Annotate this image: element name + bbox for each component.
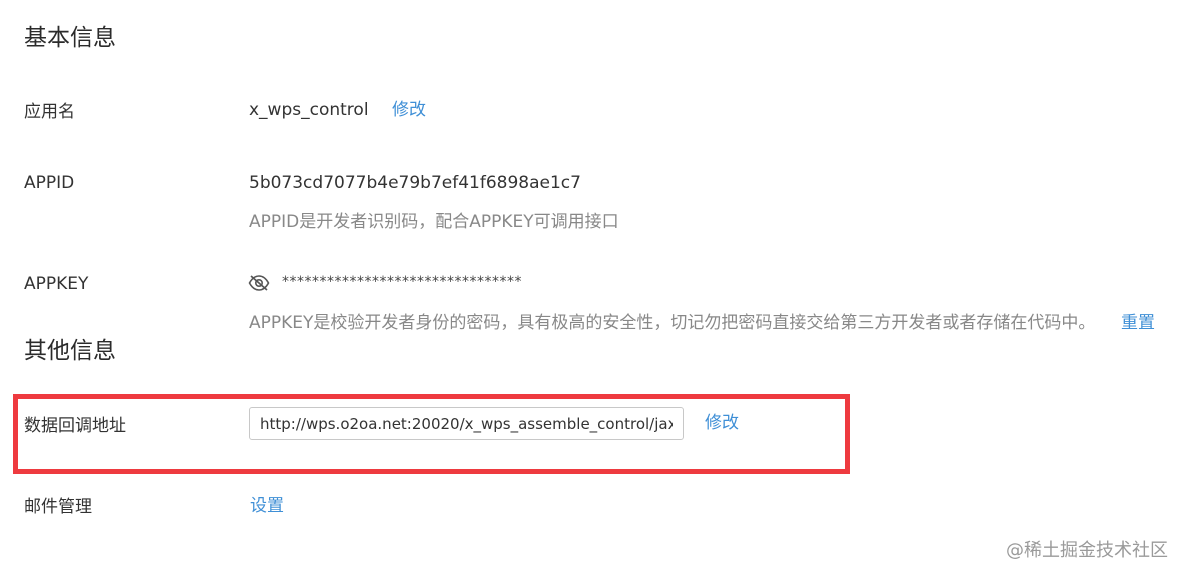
eye-slash-icon[interactable] — [248, 274, 270, 292]
app-name-label: 应用名 — [24, 102, 75, 122]
app-name-value: x_wps_control — [249, 100, 369, 120]
appkey-label: APPKEY — [24, 274, 89, 294]
reset-appkey-link[interactable]: 重置 — [1121, 315, 1155, 332]
appid-hint: APPID是开发者识别码，配合APPKEY可调用接口 — [249, 212, 619, 232]
appkey-masked-value: ******************************** — [282, 274, 522, 290]
other-info-title: 其他信息 — [24, 338, 116, 364]
mail-management-label: 邮件管理 — [24, 497, 92, 517]
edit-callback-url-link[interactable]: 修改 — [705, 415, 739, 432]
watermark: @稀土掘金技术社区 — [1006, 540, 1168, 561]
appid-label: APPID — [24, 173, 75, 193]
appkey-hint-text: APPKEY是校验开发者身份的密码，具有极高的安全性，切记勿把密码直接交给第三方… — [249, 313, 1096, 333]
app-settings-page: 基本信息 应用名 x_wps_control 修改 APPID 5b073cd7… — [0, 0, 1186, 576]
mail-settings-link[interactable]: 设置 — [250, 498, 284, 515]
appid-value: 5b073cd7077b4e79b7ef41f6898ae1c7 — [249, 173, 581, 193]
callback-url-input[interactable] — [249, 407, 684, 440]
edit-app-name-link[interactable]: 修改 — [392, 102, 426, 119]
callback-url-label: 数据回调地址 — [24, 416, 126, 436]
basic-info-title: 基本信息 — [24, 25, 116, 51]
appkey-hint: APPKEY是校验开发者身份的密码，具有极高的安全性，切记勿把密码直接交给第三方… — [249, 315, 1095, 332]
